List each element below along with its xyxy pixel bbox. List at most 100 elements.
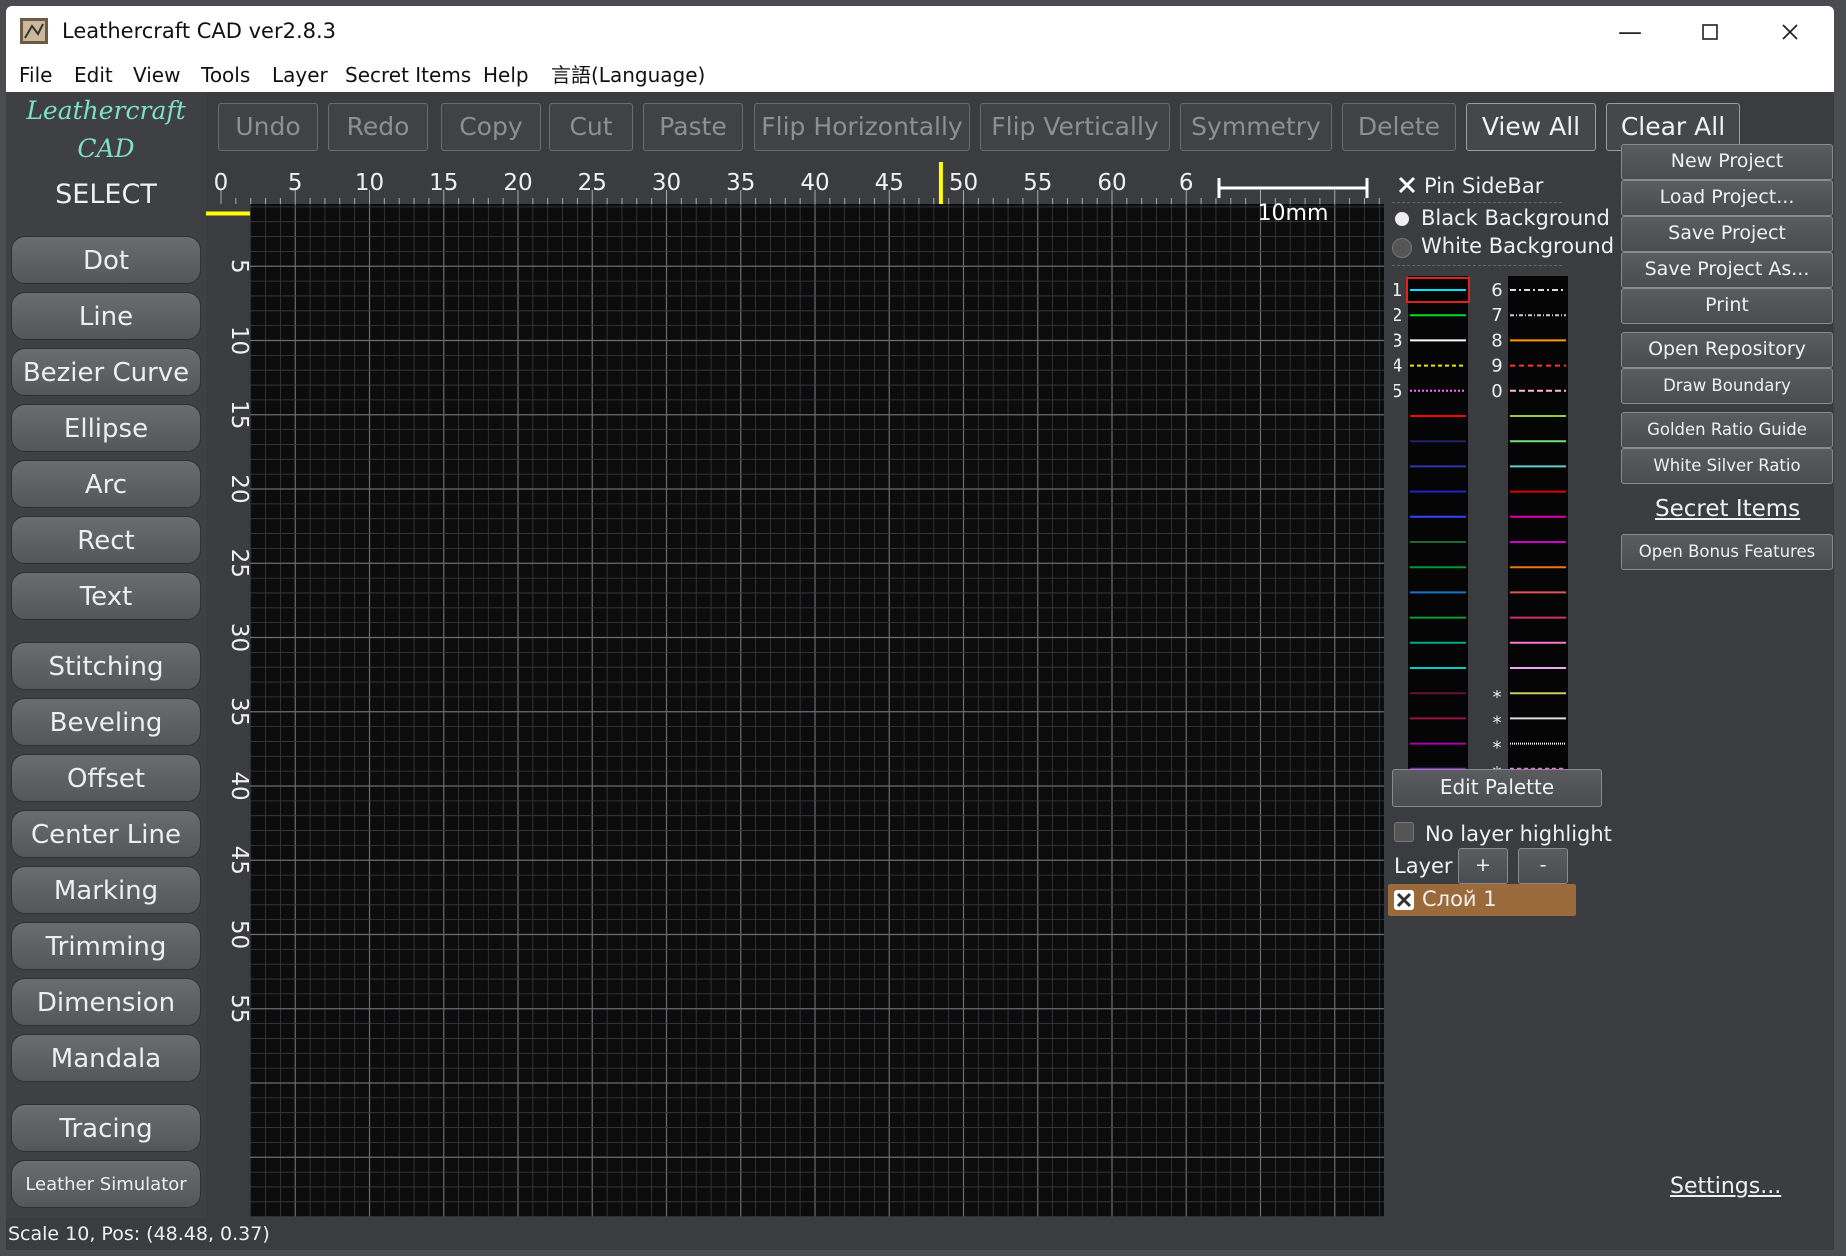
settings-link[interactable]: Settings...: [1670, 1174, 1781, 1199]
palette-left-bg: [1408, 276, 1468, 772]
ruler-y-label: 10: [226, 326, 252, 355]
tool-rect[interactable]: Rect: [11, 516, 201, 564]
save-project-button[interactable]: Save Project: [1621, 216, 1833, 252]
ruler-x-label: 50: [949, 170, 978, 196]
logo: Leathercraft CAD: [6, 92, 206, 180]
ruler-x-label: 60: [1097, 170, 1126, 196]
pin-sidebar-checkbox[interactable]: [1397, 175, 1417, 195]
save-project-as-button[interactable]: Save Project As...: [1621, 252, 1833, 288]
cut-button[interactable]: Cut: [549, 103, 633, 151]
print-button[interactable]: Print: [1621, 288, 1833, 324]
palette-right-bg: [1508, 276, 1568, 772]
close-icon[interactable]: [1750, 6, 1830, 58]
paste-button[interactable]: Paste: [643, 103, 743, 151]
menu-language[interactable]: 言語(Language): [551, 58, 705, 92]
layer-name[interactable]: Слой 1: [1422, 887, 1497, 911]
ruler-y-label: 50: [226, 920, 252, 949]
tool-beveling[interactable]: Beveling: [11, 698, 201, 746]
tool-leather-simulator[interactable]: Leather Simulator: [11, 1160, 201, 1208]
logo-line-1: Leathercraft: [26, 96, 186, 125]
load-project-button[interactable]: Load Project...: [1621, 180, 1833, 216]
tool-offset[interactable]: Offset: [11, 754, 201, 802]
palette-star: *: [1493, 712, 1502, 733]
flip-vertically-button[interactable]: Flip Vertically: [980, 103, 1170, 151]
ruler-x-label: 55: [1023, 170, 1052, 196]
white-silver-ratio-button[interactable]: White Silver Ratio: [1621, 448, 1833, 484]
menu-file[interactable]: File: [19, 58, 52, 92]
scale-bar-label: 10mm: [1258, 201, 1329, 226]
maximize-icon[interactable]: [1670, 6, 1750, 58]
tool-trimming[interactable]: Trimming: [11, 922, 201, 970]
layer-row[interactable]: Слой 1: [1388, 884, 1576, 916]
tool-marking[interactable]: Marking: [11, 866, 201, 914]
secret-items-link[interactable]: Secret Items: [1655, 496, 1800, 522]
palette-number: 7: [1491, 305, 1502, 326]
ruler-x-label: 6: [1179, 170, 1194, 196]
palette-number: 2: [1394, 305, 1403, 326]
open-repository-button[interactable]: Open Repository: [1621, 332, 1833, 368]
open-bonus-features-button[interactable]: Open Bonus Features: [1621, 534, 1833, 570]
menu-help[interactable]: Help: [483, 58, 529, 92]
pin-sidebar-label[interactable]: Pin SideBar: [1424, 174, 1543, 198]
tool-text[interactable]: Text: [11, 572, 201, 620]
tool-mandala[interactable]: Mandala: [11, 1034, 201, 1082]
edit-palette-button[interactable]: Edit Palette: [1392, 769, 1602, 807]
white-background-radio[interactable]: [1392, 238, 1412, 258]
drawing-canvas[interactable]: 0 5 10 15 20 25 30 35 40 45 50 55 60 6 5 10 15 20 25 30 35 4…: [206, 162, 1384, 1218]
tool-ellipse[interactable]: Ellipse: [11, 404, 201, 452]
window-title: Leathercraft CAD ver2.8.3: [62, 19, 337, 43]
palette-star: *: [1493, 687, 1502, 708]
tool-arc[interactable]: Arc: [11, 460, 201, 508]
menu-bar: File Edit View Tools Layer Secret Items …: [6, 58, 1834, 92]
new-project-button[interactable]: New Project: [1621, 144, 1833, 180]
canvas-area[interactable]: 0 5 10 15 20 25 30 35 40 45 50 55 60 6 5 10 15 20 25 30 35 4…: [206, 162, 1384, 1218]
tool-dot[interactable]: Dot: [11, 236, 201, 284]
menu-layer[interactable]: Layer: [272, 58, 328, 92]
remove-layer-button[interactable]: -: [1518, 848, 1568, 884]
black-background-radio[interactable]: [1395, 212, 1409, 226]
cursor-x-marker: [938, 162, 943, 204]
tool-dimension[interactable]: Dimension: [11, 978, 201, 1026]
ruler-x-label: 0: [214, 170, 229, 196]
tool-bezier-curve[interactable]: Bezier Curve: [11, 348, 201, 396]
tool-panel: Leathercraft CAD SELECT Dot Line Bezier …: [6, 92, 206, 1218]
ruler-y-label: 15: [226, 400, 252, 429]
tool-line[interactable]: Line: [11, 292, 201, 340]
layer-visible-checkbox[interactable]: [1394, 890, 1414, 910]
menu-edit[interactable]: Edit: [74, 58, 113, 92]
menu-secret-items[interactable]: Secret Items: [345, 58, 471, 92]
ruler-y-label: 25: [226, 549, 252, 578]
color-palette[interactable]: 1234567890****: [1394, 272, 1580, 772]
add-layer-button[interactable]: +: [1458, 848, 1508, 884]
view-all-button[interactable]: View All: [1466, 103, 1596, 151]
undo-button[interactable]: Undo: [218, 103, 318, 151]
toolbar: Undo Redo Copy Cut Paste Flip Horizontal…: [206, 92, 1834, 162]
copy-button[interactable]: Copy: [441, 103, 541, 151]
cursor-y-marker: [206, 211, 250, 216]
ruler-y-label: 30: [226, 623, 252, 652]
golden-ratio-guide-button[interactable]: Golden Ratio Guide: [1621, 412, 1833, 448]
draw-boundary-button[interactable]: Draw Boundary: [1621, 368, 1833, 404]
ruler-y-label: 45: [226, 846, 252, 875]
palette-number: 9: [1491, 356, 1502, 377]
tool-stitching[interactable]: Stitching: [11, 642, 201, 690]
flip-horizontally-button[interactable]: Flip Horizontally: [754, 103, 970, 151]
logo-line-2: CAD: [77, 134, 135, 163]
menu-view[interactable]: View: [133, 58, 180, 92]
grid-area[interactable]: [250, 204, 1384, 1217]
white-background-label[interactable]: White Background: [1421, 234, 1614, 258]
tool-tracing[interactable]: Tracing: [11, 1104, 201, 1152]
symmetry-button[interactable]: Symmetry: [1180, 103, 1332, 151]
black-background-label[interactable]: Black Background: [1421, 206, 1610, 230]
tool-center-line[interactable]: Center Line: [11, 810, 201, 858]
ruler-y-label: 40: [226, 771, 252, 800]
no-layer-highlight-label[interactable]: No layer highlight: [1425, 822, 1612, 846]
menu-tools[interactable]: Tools: [201, 58, 250, 92]
no-layer-highlight-checkbox[interactable]: [1394, 822, 1414, 842]
delete-button[interactable]: Delete: [1342, 103, 1456, 151]
ruler-x-label: 20: [503, 170, 532, 196]
minimize-icon[interactable]: —: [1590, 6, 1670, 58]
palette-number: 3: [1394, 330, 1403, 351]
redo-button[interactable]: Redo: [328, 103, 428, 151]
ruler-x-label: 5: [288, 170, 303, 196]
